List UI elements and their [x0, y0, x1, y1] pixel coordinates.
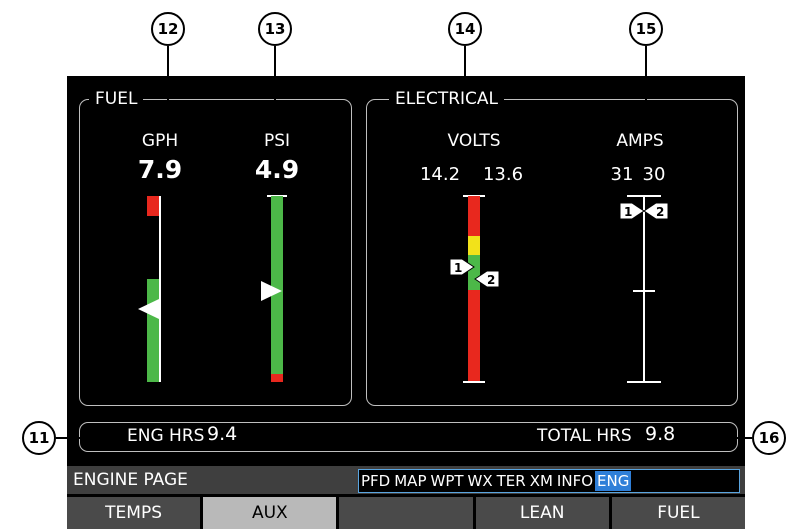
callout-15: 15 — [629, 12, 663, 46]
leader-16 — [697, 437, 752, 439]
callout-13: 13 — [258, 12, 292, 46]
softkey-aux[interactable]: AUX — [203, 497, 337, 529]
volts-value-2: 13.6 — [482, 164, 524, 185]
psi-pointer-icon — [261, 281, 282, 301]
softkey-blank[interactable] — [339, 497, 473, 529]
psi-red-band — [271, 374, 283, 382]
softkey-temps[interactable]: TEMPS — [67, 497, 201, 529]
volts-pointer-2-icon: 2 — [474, 270, 500, 288]
amps-pointer-2-icon: 2 — [643, 202, 669, 220]
volts-bottom-tick — [463, 381, 485, 383]
volts-red-band-upper — [468, 196, 480, 236]
leader-12 — [167, 46, 169, 132]
callout-11: 11 — [22, 421, 56, 455]
electrical-panel-title: ELECTRICAL — [389, 89, 505, 109]
amps-value-2: 30 — [642, 164, 666, 185]
page-title: ENGINE PAGE — [73, 470, 188, 490]
leader-13 — [274, 46, 276, 132]
tab-wpt[interactable]: WPT — [428, 471, 465, 491]
total-hrs-value: 9.8 — [645, 423, 676, 445]
engine-display: FUEL GPH 7.9 PSI 4.9 ELECTRICAL VOLTS 14… — [67, 76, 746, 529]
gph-pointer-icon — [138, 299, 159, 319]
tab-eng[interactable]: ENG — [595, 471, 632, 491]
softkey-lean[interactable]: LEAN — [475, 497, 609, 529]
gph-value: 7.9 — [137, 155, 183, 184]
psi-value: 4.9 — [254, 155, 300, 184]
amps-bottom-tick — [627, 381, 661, 383]
electrical-panel — [366, 99, 738, 406]
volts-yellow-band — [468, 236, 480, 255]
amps-label: AMPS — [616, 131, 664, 151]
amps-mid-tick — [633, 290, 655, 292]
tab-pfd[interactable]: PFD — [359, 471, 392, 491]
tab-ter[interactable]: TER — [495, 471, 528, 491]
gph-red-band — [147, 196, 159, 216]
callout-14: 14 — [448, 12, 482, 46]
page-bar: ENGINE PAGE PFD MAP WPT WX TER XM INFO E… — [67, 466, 745, 494]
page-group-tabs: PFD MAP WPT WX TER XM INFO ENG — [358, 469, 740, 493]
leader-14 — [464, 46, 466, 132]
svg-text:2: 2 — [656, 205, 664, 219]
gph-green-band — [147, 279, 159, 382]
tab-wx[interactable]: WX — [466, 471, 495, 491]
leader-11 — [56, 437, 122, 439]
tab-xm[interactable]: XM — [528, 471, 555, 491]
tab-map[interactable]: MAP — [392, 471, 428, 491]
eng-hrs-value: 9.4 — [207, 423, 238, 445]
volts-value-1: 14.2 — [419, 164, 461, 185]
total-hrs-label: TOTAL HRS — [537, 426, 632, 446]
volts-pointer-1-icon: 1 — [449, 258, 475, 276]
psi-label: PSI — [263, 131, 291, 151]
callout-12: 12 — [151, 12, 185, 46]
eng-hrs-label: ENG HRS — [127, 426, 205, 446]
volts-label: VOLTS — [447, 131, 501, 151]
gph-scale-line — [159, 196, 161, 382]
amps-scale-line — [643, 196, 645, 382]
tab-info[interactable]: INFO — [555, 471, 595, 491]
svg-text:2: 2 — [487, 273, 495, 287]
volts-red-band-lower — [468, 290, 480, 382]
callout-16: 16 — [752, 421, 786, 455]
softkey-bar: TEMPS AUX LEAN FUEL — [67, 497, 746, 529]
svg-text:1: 1 — [624, 205, 632, 219]
softkey-fuel[interactable]: FUEL — [611, 497, 746, 529]
svg-text:1: 1 — [454, 261, 462, 275]
amps-pointer-1-icon: 1 — [619, 202, 645, 220]
fuel-panel-title: FUEL — [89, 89, 144, 109]
leader-15 — [645, 46, 647, 132]
gph-label: GPH — [141, 131, 179, 151]
